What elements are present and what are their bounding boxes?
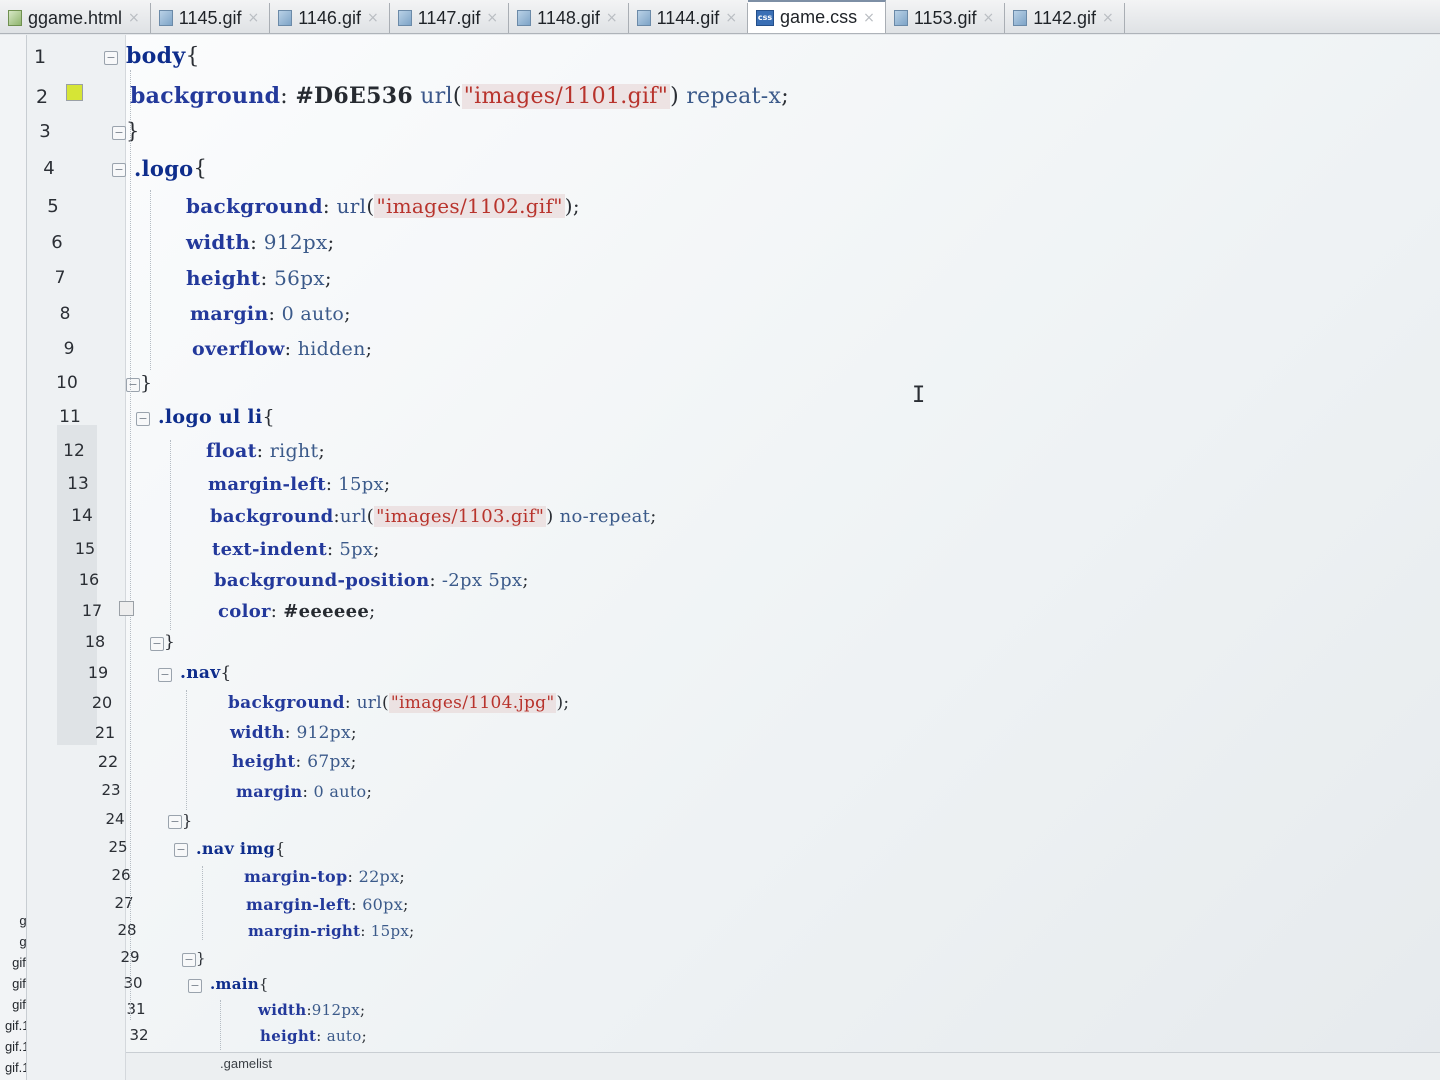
close-icon[interactable]: × — [983, 10, 995, 26]
file-list-item[interactable]: .gif — [0, 868, 26, 889]
line-number-gutter — [27, 35, 126, 1080]
tab-game-css[interactable]: css game.css × — [748, 0, 886, 33]
close-icon[interactable]: × — [1102, 10, 1114, 26]
file-list-item[interactable]: if — [0, 784, 26, 805]
file-list-item[interactable]: 46.gif — [0, 973, 26, 994]
close-icon[interactable]: × — [725, 10, 737, 26]
file-list-item[interactable]: gif — [0, 847, 26, 868]
code-editor[interactable] — [126, 35, 1440, 1080]
image-file-icon — [397, 10, 412, 26]
tab-label: 1147.gif — [417, 7, 481, 28]
tab-1153-gif[interactable]: 1153.gif × — [886, 3, 1006, 33]
file-list-item[interactable]: 150.gif — [0, 1057, 26, 1078]
file-list-item[interactable]: gif — [0, 826, 26, 847]
tab-ggame-html[interactable]: ggame.html × — [0, 3, 151, 33]
file-list-item[interactable]: 3.gif — [0, 910, 26, 931]
close-icon[interactable]: × — [486, 10, 498, 26]
tab-label: ggame.html — [28, 7, 123, 28]
tab-bar-empty-area — [1125, 3, 1440, 33]
breadcrumb-bar: .gamelist — [126, 1052, 1440, 1080]
tab-1148-gif[interactable]: 1148.gif × — [509, 3, 629, 33]
tab-1142-gif[interactable]: 1142.gif × — [1005, 3, 1125, 33]
close-icon[interactable]: × — [606, 10, 618, 26]
tab-label: 1153.gif — [913, 7, 977, 28]
file-list-item[interactable]: 4.gif — [0, 931, 26, 952]
tab-1145-gif[interactable]: 1145.gif × — [151, 3, 271, 33]
file-list-item[interactable]: if — [0, 805, 26, 826]
file-list-item[interactable]: 45.gif — [0, 952, 26, 973]
image-file-icon — [517, 10, 532, 26]
tab-label: 1142.gif — [1033, 7, 1096, 28]
change-marker-bar — [57, 425, 97, 745]
text-cursor-icon: I — [912, 383, 926, 408]
breadcrumb-selector[interactable]: .gamelist — [220, 1056, 272, 1071]
close-icon[interactable]: × — [128, 10, 140, 26]
tab-1147-gif[interactable]: 1147.gif × — [390, 3, 510, 33]
ide-window: ggame.html × 1145.gif × 1146.gif × 1147.gif × 11… — [0, 0, 1440, 1080]
tab-label: 1146.gif — [298, 7, 361, 28]
tab-1146-gif[interactable]: 1146.gif × — [270, 3, 390, 33]
file-list-item[interactable]: f — [0, 763, 26, 784]
editor-tab-bar: ggame.html × 1145.gif × 1146.gif × 1147.gif × 11… — [0, 0, 1440, 34]
close-icon[interactable]: × — [863, 10, 875, 26]
image-file-icon — [636, 10, 651, 26]
file-list-item[interactable]: 149.gif — [0, 1036, 26, 1057]
image-file-icon — [278, 10, 293, 26]
tab-1144-gif[interactable]: 1144.gif × — [629, 3, 749, 33]
file-list-item[interactable]: 47.gif — [0, 994, 26, 1015]
html-file-icon — [8, 10, 22, 26]
image-file-icon — [893, 10, 908, 26]
tab-label: game.css — [780, 7, 858, 27]
image-file-icon — [1013, 10, 1028, 26]
close-icon[interactable]: × — [248, 10, 260, 26]
tab-label: 1144.gif — [656, 7, 720, 28]
file-list: fififgifgif.gif.gif3.gif4.gif45.gif46.gi… — [0, 763, 26, 1078]
tab-label: 1148.gif — [537, 7, 600, 28]
file-list-item[interactable]: 148.gif — [0, 1015, 26, 1036]
css-file-icon: css — [756, 9, 775, 26]
close-icon[interactable]: × — [367, 10, 379, 26]
file-list-item[interactable]: .gif — [0, 889, 26, 910]
project-file-panel: fififgifgif.gif.gif3.gif4.gif45.gif46.gi… — [0, 35, 27, 1080]
image-file-icon — [158, 10, 173, 26]
tab-label: 1145.gif — [178, 7, 242, 28]
